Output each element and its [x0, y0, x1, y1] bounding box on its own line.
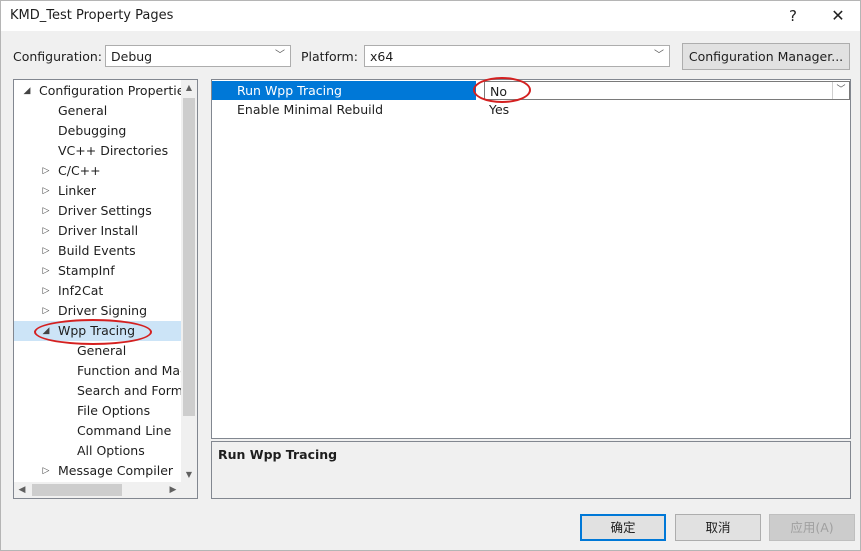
scroll-thumb[interactable]: [32, 484, 122, 496]
tree-item[interactable]: Command Line: [14, 421, 182, 441]
tree-item[interactable]: General: [14, 341, 182, 361]
configuration-label: Configuration:: [13, 49, 102, 64]
tree-item-label: VC++ Directories: [58, 143, 169, 158]
tree-item-label: Search and Forma: [77, 383, 182, 398]
tree-item-label: General: [58, 103, 108, 118]
close-button[interactable]: ✕: [816, 1, 860, 31]
tree-item[interactable]: ◢ Wpp Tracing: [14, 321, 182, 341]
help-button[interactable]: ?: [771, 1, 815, 31]
expand-arrow-icon[interactable]: ▷: [41, 181, 51, 201]
scrollbar-corner: [181, 482, 197, 498]
property-tree: ◢ Configuration Properties General Debuggin…: [13, 79, 198, 499]
tree-vertical-scrollbar[interactable]: ▲ ▼: [181, 80, 197, 483]
tree-item-label: Function and Mac: [77, 363, 182, 378]
tree-item-label: Configuration Properties: [39, 83, 182, 98]
tree-item-label: General: [77, 343, 127, 358]
tree-item-label: Driver Install: [58, 223, 139, 238]
tree-item[interactable]: ▷ Inf2Cat: [14, 281, 182, 301]
expand-arrow-icon[interactable]: ▷: [41, 201, 51, 221]
scroll-thumb[interactable]: [183, 98, 195, 416]
expand-arrow-icon[interactable]: ▷: [41, 281, 51, 301]
collapse-arrow-icon[interactable]: ◢: [41, 321, 51, 341]
scroll-up-icon[interactable]: ▲: [181, 80, 197, 96]
tree-item-label: StampInf: [58, 263, 115, 278]
tree-item[interactable]: All Options: [14, 441, 182, 461]
chevron-down-icon[interactable]: ﹀: [832, 82, 849, 99]
tree-item-label: Driver Signing: [58, 303, 148, 318]
configuration-manager-button[interactable]: Configuration Manager...: [682, 43, 850, 70]
platform-label: Platform:: [301, 49, 358, 64]
configuration-combo[interactable]: Debug ﹀: [105, 45, 291, 67]
collapse-arrow-icon[interactable]: ◢: [22, 81, 32, 101]
tree-item[interactable]: ▷ Driver Signing: [14, 301, 182, 321]
tree-item[interactable]: ▷ Build Events: [14, 241, 182, 261]
tree-item[interactable]: ▷ Driver Settings: [14, 201, 182, 221]
tree-item-label: Command Line: [77, 423, 172, 438]
tree-item-label: File Options: [77, 403, 151, 418]
tree-item[interactable]: ▷ Message Compiler: [14, 461, 182, 481]
tree-horizontal-scrollbar[interactable]: ◀ ▶: [14, 482, 181, 498]
cancel-button[interactable]: 取消: [675, 514, 761, 541]
expand-arrow-icon[interactable]: ▷: [41, 261, 51, 281]
expand-arrow-icon[interactable]: ▷: [41, 301, 51, 321]
tree-item-label: Linker: [58, 183, 96, 198]
configuration-value: Debug: [111, 49, 153, 64]
platform-combo[interactable]: x64 ﹀: [364, 45, 670, 67]
tree-item-label: Build Events: [58, 243, 136, 258]
scroll-down-icon[interactable]: ▼: [181, 467, 197, 483]
ok-button[interactable]: 确定: [580, 514, 666, 541]
tree-item-label: Wpp Tracing: [58, 323, 136, 338]
tree-item-label: Driver Settings: [58, 203, 152, 218]
tree-item-label: Inf2Cat: [58, 283, 104, 298]
tree-item[interactable]: ▷ Driver Install: [14, 221, 182, 241]
expand-arrow-icon[interactable]: ▷: [41, 221, 51, 241]
chevron-down-icon: ﹀: [654, 50, 664, 61]
tree-item[interactable]: Function and Mac: [14, 361, 182, 381]
tree-item[interactable]: ▷ Linker: [14, 181, 182, 201]
window-title: KMD_Test Property Pages: [10, 8, 174, 23]
tree-item[interactable]: Search and Forma: [14, 381, 182, 401]
grid-row-enable-minimal-rebuild[interactable]: Enable Minimal Rebuild Yes: [212, 100, 850, 119]
scroll-right-icon[interactable]: ▶: [165, 482, 181, 498]
property-value: Yes: [489, 102, 510, 117]
tree-item[interactable]: General: [14, 101, 182, 121]
expand-arrow-icon[interactable]: ▷: [41, 161, 51, 181]
apply-button[interactable]: 应用(A): [769, 514, 855, 541]
tree-item[interactable]: Debugging: [14, 121, 182, 141]
tree-item-label: Message Compiler: [58, 463, 174, 478]
tree-item[interactable]: VC++ Directories: [14, 141, 182, 161]
property-name: Run Wpp Tracing: [212, 81, 476, 100]
description-panel: Run Wpp Tracing: [211, 441, 851, 499]
property-value-dropdown[interactable]: No ﹀: [484, 81, 850, 100]
title-bar: KMD_Test Property Pages ? ✕: [1, 1, 860, 31]
property-name: Enable Minimal Rebuild: [237, 102, 384, 117]
platform-value: x64: [370, 49, 394, 64]
description-title: Run Wpp Tracing: [218, 447, 338, 462]
tree-item[interactable]: ▷ StampInf: [14, 261, 182, 281]
expand-arrow-icon[interactable]: ▷: [41, 461, 51, 481]
property-pages-dialog: KMD_Test Property Pages ? ✕ Configuratio…: [0, 0, 861, 551]
property-grid: Run Wpp Tracing No ﹀ Enable Minimal Rebu…: [211, 79, 851, 439]
scroll-left-icon[interactable]: ◀: [14, 482, 30, 498]
tree-item[interactable]: ▷ C/C++: [14, 161, 182, 181]
expand-arrow-icon[interactable]: ▷: [41, 241, 51, 261]
property-value: No: [490, 84, 507, 99]
grid-row-run-wpp-tracing[interactable]: Run Wpp Tracing No ﹀: [212, 81, 850, 100]
chevron-down-icon: ﹀: [275, 50, 285, 61]
tree-item-label: All Options: [77, 443, 145, 458]
tree-item-label: Debugging: [58, 123, 127, 138]
tree-item[interactable]: File Options: [14, 401, 182, 421]
tree-item[interactable]: ◢ Configuration Properties: [14, 81, 182, 101]
tree-item-label: C/C++: [58, 163, 101, 178]
